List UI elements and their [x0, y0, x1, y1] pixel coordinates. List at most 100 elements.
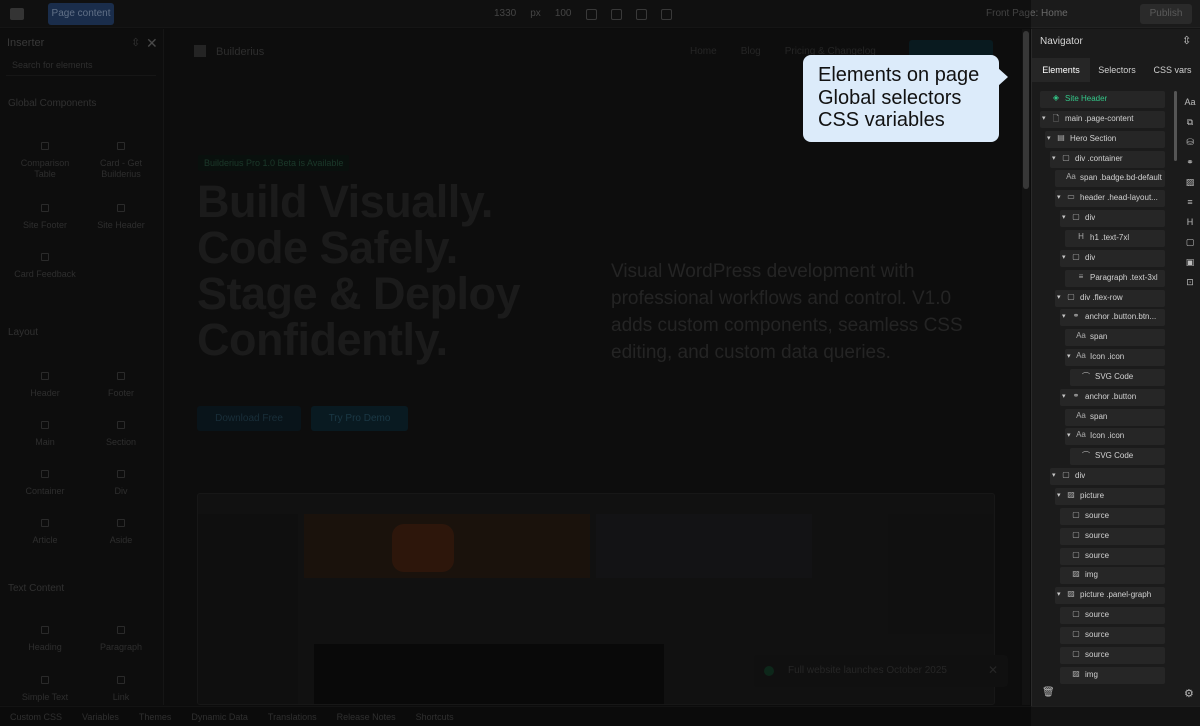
tree-row[interactable]: ▾ ▤ Hero Section — [1032, 130, 1177, 148]
tree-row[interactable]: ▾ 🗋 main .page-content — [1032, 110, 1177, 128]
chevron-down-icon[interactable]: ▾ — [1042, 114, 1046, 122]
trash-icon[interactable]: 🗑 — [1042, 687, 1055, 698]
section-title-text-content[interactable]: Text Content — [8, 583, 64, 594]
copy-icon[interactable]: ⧉ — [1180, 117, 1200, 128]
nav-link[interactable]: Blog — [741, 46, 761, 57]
section-title-global-components[interactable]: Global Components — [8, 98, 96, 109]
inserter-item[interactable]: Article — [10, 519, 80, 546]
inserter-item[interactable]: Card Feedback — [10, 253, 80, 280]
tablet-icon[interactable] — [610, 8, 622, 20]
tree-row[interactable]: ▾ ⚭ anchor .button — [1032, 388, 1177, 406]
publish-button[interactable]: Publish — [1140, 4, 1192, 24]
current-page[interactable]: Front Page: Home — [986, 0, 1068, 28]
pin-icon[interactable]: ⇳ — [131, 36, 140, 49]
tab-css-vars[interactable]: CSS vars — [1144, 58, 1200, 82]
zoom-value[interactable]: 100 — [555, 0, 572, 28]
gear-icon[interactable]: ⚙ — [1184, 687, 1194, 700]
tree-row[interactable]: ▾ ▢ div — [1032, 468, 1177, 486]
tree-row[interactable]: ◈ Site Header — [1032, 91, 1177, 108]
nav-link[interactable]: Home — [690, 46, 717, 57]
tree-row[interactable]: ▢ source — [1032, 507, 1177, 525]
tree-row[interactable]: ▾ ▨ picture .panel-graph — [1032, 587, 1177, 605]
inserter-item[interactable]: Link — [86, 676, 156, 703]
scrollbar-thumb[interactable] — [1023, 31, 1029, 189]
tree-row[interactable]: ▾ Aa Icon .icon — [1032, 349, 1177, 367]
chevron-down-icon[interactable]: ▾ — [1057, 193, 1061, 201]
width-value[interactable]: 1330 — [494, 0, 516, 28]
tab-elements[interactable]: Elements — [1032, 58, 1090, 82]
tree-row[interactable]: ▾ ▢ div — [1032, 210, 1177, 228]
tree-row[interactable]: Aa span — [1032, 408, 1177, 426]
status-item[interactable]: Release Notes — [337, 707, 396, 726]
database-icon[interactable]: ⛁ — [1180, 137, 1200, 148]
inserter-item[interactable]: Section — [86, 421, 156, 448]
inserter-item[interactable]: Footer — [86, 372, 156, 399]
mobile-icon[interactable] — [635, 8, 647, 20]
tree-row[interactable]: ▢ source — [1032, 646, 1177, 664]
tree-row[interactable]: ⌒ SVG Code — [1032, 368, 1177, 386]
status-item[interactable]: Custom CSS — [10, 707, 62, 726]
inserter-item[interactable]: Container — [10, 470, 80, 497]
heading-icon[interactable]: H — [1180, 217, 1200, 227]
template-icon[interactable]: ⊡ — [1180, 277, 1200, 288]
chevron-down-icon[interactable]: ▾ — [1047, 134, 1051, 142]
inserter-item[interactable]: Comparison Table — [10, 142, 80, 180]
inserter-item[interactable]: Header — [10, 372, 80, 399]
box-icon[interactable]: ▢ — [1180, 237, 1200, 248]
try-demo-button[interactable]: Try Pro Demo — [311, 406, 408, 431]
tree-row[interactable]: ▾ ▢ div .container — [1032, 150, 1177, 168]
tree-row[interactable]: ▾ ▢ div — [1032, 249, 1177, 267]
tree-row[interactable]: ⌒ SVG Code — [1032, 448, 1177, 466]
tree-row[interactable]: ≡ Paragraph .text-3xl — [1032, 269, 1177, 287]
inserter-item[interactable]: Card - Get Builderius — [86, 142, 156, 180]
tree-row[interactable]: ▾ Aa Icon .icon — [1032, 428, 1177, 446]
tree-row[interactable]: Aa span — [1032, 329, 1177, 347]
chevron-down-icon[interactable]: ▾ — [1062, 213, 1066, 221]
canvas-scrollbar[interactable] — [1022, 29, 1030, 705]
chevron-down-icon[interactable]: ▾ — [1057, 293, 1061, 301]
section-title-layout[interactable]: Layout — [8, 327, 38, 338]
tree-row[interactable]: ▢ source — [1032, 626, 1177, 644]
inserter-item[interactable]: Div — [86, 470, 156, 497]
tree-row[interactable]: ▾ ▢ div .flex-row — [1032, 289, 1177, 307]
chevron-down-icon[interactable]: ▾ — [1057, 590, 1061, 598]
chevron-down-icon[interactable]: ▾ — [1067, 431, 1071, 439]
pin-icon[interactable]: ⇳ — [1182, 34, 1191, 47]
inserter-item[interactable]: Site Header — [86, 204, 156, 231]
tree-row[interactable]: Aa span .badge.bd-default — [1032, 170, 1177, 188]
status-item[interactable]: Dynamic Data — [191, 707, 248, 726]
typography-icon[interactable]: Aa — [1180, 97, 1200, 107]
inserter-item[interactable]: Paragraph — [86, 626, 156, 653]
inserter-search-input[interactable]: Search for elements — [6, 56, 156, 76]
tree-row[interactable]: ▢ source — [1032, 607, 1177, 625]
inserter-item[interactable]: Heading — [10, 626, 80, 653]
close-icon[interactable]: ✕ — [988, 663, 998, 677]
tree-row[interactable]: ▾ ▨ picture — [1032, 488, 1177, 505]
inserter-item[interactable]: Site Footer — [10, 204, 80, 231]
status-item[interactable]: Shortcuts — [416, 707, 454, 726]
inserter-item[interactable]: Main — [10, 421, 80, 448]
tab-selectors[interactable]: Selectors — [1090, 58, 1144, 82]
chevron-down-icon[interactable]: ▾ — [1067, 352, 1071, 360]
page-selector[interactable]: Front Page: Home — [986, 0, 1068, 28]
download-button[interactable]: Download Free — [197, 406, 301, 431]
chevron-down-icon[interactable]: ▾ — [1062, 392, 1066, 400]
image-icon[interactable]: ▨ — [1180, 177, 1200, 188]
inserter-item[interactable]: Aside — [86, 519, 156, 546]
status-item[interactable]: Themes — [139, 707, 172, 726]
chevron-down-icon[interactable]: ▾ — [1052, 471, 1056, 479]
tree-row[interactable]: ▢ source — [1032, 527, 1177, 545]
link-icon[interactable]: ⚭ — [1180, 157, 1200, 168]
tree-row[interactable]: ▨ img — [1032, 666, 1177, 684]
status-item[interactable]: Translations — [268, 707, 317, 726]
site-brand[interactable]: Builderius — [194, 45, 264, 58]
status-item[interactable]: Variables — [82, 707, 119, 726]
tree-row[interactable]: ▾ ▭ header .head-layout... — [1032, 190, 1177, 208]
refresh-icon[interactable] — [660, 8, 672, 20]
chevron-down-icon[interactable]: ▾ — [1052, 154, 1056, 162]
tree-row[interactable]: ▾ ⚭ anchor .button.btn... — [1032, 309, 1177, 327]
tree-scrollbar[interactable] — [1174, 91, 1177, 161]
tree-row[interactable]: Hh1 .text-7xl — [1032, 229, 1177, 247]
close-icon[interactable]: ✕ — [146, 35, 158, 52]
inserter-item[interactable]: Simple Text — [10, 676, 80, 703]
